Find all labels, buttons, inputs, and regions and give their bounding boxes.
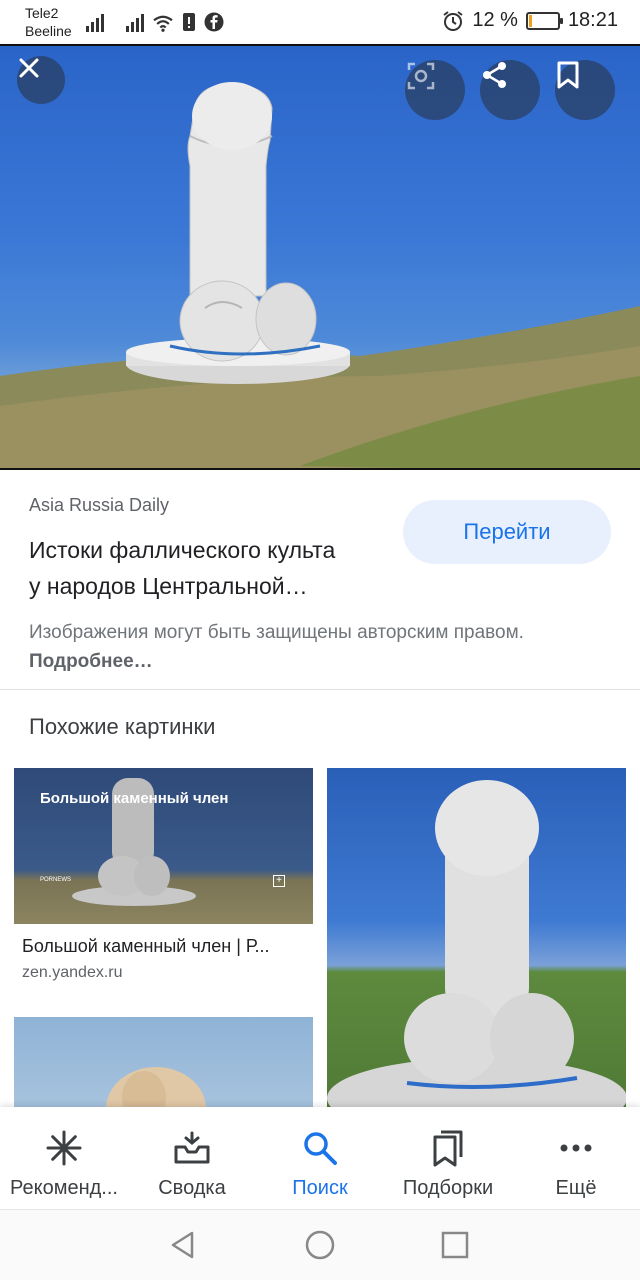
thumb-3-photo [106,1067,206,1109]
nav-more[interactable]: Ещё [512,1107,640,1209]
back-icon[interactable] [168,1230,198,1260]
clock: 18:21 [567,9,618,31]
result-title-line-2: у народов Центральной… [29,573,308,599]
result-title[interactable]: Истоки фаллического культа у народов Цен… [29,532,399,604]
battery-fill [528,14,532,27]
similar-thumb-1[interactable]: Большой каменный член PORNEWS + [14,768,313,924]
wifi-icon [153,15,173,32]
bottom-nav: Рекоменд... Сводка Поиск Подборки Ещё [0,1107,640,1209]
sparkle-icon [46,1130,82,1166]
carrier-2: Beeline [25,23,72,39]
nav-label: Поиск [292,1177,348,1199]
thumb-1-overlay-tag: PORNEWS [40,877,72,883]
battery-icon [525,11,563,30]
bookmark-icon [557,61,579,89]
similar-heading: Похожие картинки [29,714,216,739]
nav-label: Ещё [555,1177,597,1199]
thumb-2-photo [327,780,626,1108]
thumb-1-overlay-title: Большой каменный член [40,790,229,807]
divider [0,689,640,690]
hero-image[interactable] [0,44,640,470]
bookmark-button[interactable] [555,60,615,120]
home-icon[interactable] [304,1230,336,1262]
source-name[interactable]: Asia Russia Daily [29,495,169,516]
nav-label: Подборки [402,1177,494,1199]
recents-icon[interactable] [441,1230,469,1260]
inbox-icon [174,1131,210,1164]
status-right: 12 % 18:21 [442,9,618,32]
result-title-line-1: Истоки фаллического культа [29,537,336,563]
close-icon [19,58,39,78]
copyright-text: Изображения могут быть защищены авторски… [29,622,524,643]
share-icon [483,62,506,88]
similar-thumb-2[interactable] [327,768,626,1108]
thumb-1-domain: zen.yandex.ru [22,964,123,981]
status-icons [86,10,224,32]
signal-icon [126,14,144,32]
alarm-icon [443,10,463,31]
carrier-names: Tele2 Beeline [25,4,72,40]
nav-collections[interactable]: Подборки [384,1107,512,1209]
carrier-1: Tele2 [25,5,59,21]
sim-alert-icon [183,13,195,31]
signal-icon [86,14,104,32]
thumb-1-plus-icon: + [273,875,285,887]
search-icon [304,1132,337,1165]
nav-label: Рекоменд... [10,1177,118,1199]
status-bar: Tele2 Beeline 12 % 18:21 [0,0,640,44]
nav-label: Сводка [158,1177,226,1199]
more-icon [560,1144,592,1152]
facebook-icon [204,12,224,32]
close-button[interactable] [17,56,65,104]
thumb-1-caption[interactable]: Большой каменный член | Р... [22,936,312,957]
go-button[interactable]: Перейти [403,500,611,564]
system-nav-bar [0,1209,640,1280]
lens-button[interactable] [405,60,465,120]
share-button[interactable] [480,60,540,120]
nav-summary[interactable]: Сводка [128,1107,256,1209]
collections-icon [433,1130,463,1167]
battery-percent: 12 % [472,9,518,31]
similar-thumb-3[interactable] [14,1017,313,1109]
lens-icon [407,62,435,90]
more-link[interactable]: Подробнее… [29,651,153,672]
nav-search[interactable]: Поиск [256,1107,384,1209]
statue-photo [0,82,640,468]
copyright-notice: Изображения могут быть защищены авторски… [29,618,589,676]
nav-recommendations[interactable]: Рекоменд... [0,1107,128,1209]
